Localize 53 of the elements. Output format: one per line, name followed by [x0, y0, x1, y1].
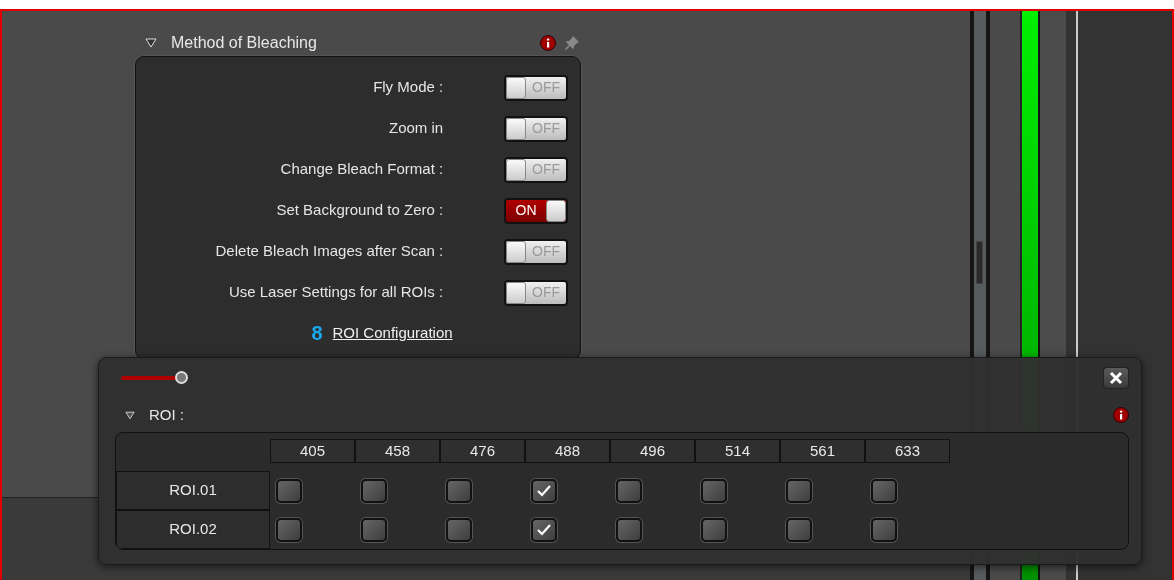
option-label: Fly Mode :	[372, 77, 444, 98]
column-header: 405	[270, 439, 355, 463]
option-label: Set Background to Zero :	[275, 200, 444, 221]
collapse-triangle-icon[interactable]	[145, 38, 157, 48]
checkbox[interactable]	[361, 478, 387, 503]
column-header: 633	[865, 439, 950, 463]
pin-icon[interactable]	[564, 35, 580, 51]
option-label: Use Laser Settings for all ROIs :	[227, 282, 444, 303]
toggle-switch[interactable]: OFF	[504, 115, 568, 142]
column-header: 514	[695, 439, 780, 463]
checkbox[interactable]	[446, 517, 472, 542]
checkbox[interactable]	[276, 478, 302, 503]
option-label: Zoom in	[387, 118, 444, 139]
toggle-switch[interactable]: OFF	[504, 74, 568, 101]
column-header: 458	[355, 439, 440, 463]
checkbox[interactable]	[276, 517, 302, 542]
checkbox[interactable]	[616, 478, 642, 503]
option-label: Change Bleach Format :	[279, 159, 444, 180]
roi-configuration-link[interactable]: ROI Configuration	[332, 321, 453, 345]
row-header: ROI.02	[116, 510, 270, 549]
checkbox[interactable]	[616, 517, 642, 542]
checkbox[interactable]	[701, 517, 727, 542]
info-icon[interactable]	[540, 35, 556, 51]
column-header: 496	[610, 439, 695, 463]
checkmark-icon	[536, 483, 552, 498]
checkbox[interactable]	[446, 478, 472, 503]
toggle-switch[interactable]: OFF	[504, 156, 568, 183]
toggle-switch[interactable]: OFF	[504, 238, 568, 265]
toggle-switch[interactable]: OFF	[504, 279, 568, 306]
collapse-triangle-icon[interactable]	[125, 410, 135, 420]
checkbox[interactable]	[871, 478, 897, 503]
option-label: Delete Bleach Images after Scan :	[214, 241, 444, 262]
checkbox[interactable]	[786, 478, 812, 503]
checkbox[interactable]	[531, 517, 557, 542]
info-icon[interactable]	[1113, 407, 1129, 423]
scrollbar-thumb[interactable]	[976, 241, 983, 284]
checkbox[interactable]	[786, 517, 812, 542]
roi-glyph: 8	[311, 321, 323, 346]
column-header: 488	[525, 439, 610, 463]
column-header: 476	[440, 439, 525, 463]
column-header: 561	[780, 439, 865, 463]
toggle-switch[interactable]: ON	[504, 197, 568, 224]
checkbox[interactable]	[531, 478, 557, 503]
checkbox[interactable]	[361, 517, 387, 542]
checkmark-icon	[536, 522, 552, 537]
close-button[interactable]	[1103, 367, 1129, 389]
row-header: ROI.01	[116, 471, 270, 510]
group-title: Method of Bleaching	[171, 33, 317, 53]
checkbox[interactable]	[701, 478, 727, 503]
close-icon	[1109, 371, 1123, 385]
checkbox[interactable]	[871, 517, 897, 542]
slider-thumb[interactable]	[175, 371, 188, 384]
section-title: ROI :	[149, 404, 184, 425]
